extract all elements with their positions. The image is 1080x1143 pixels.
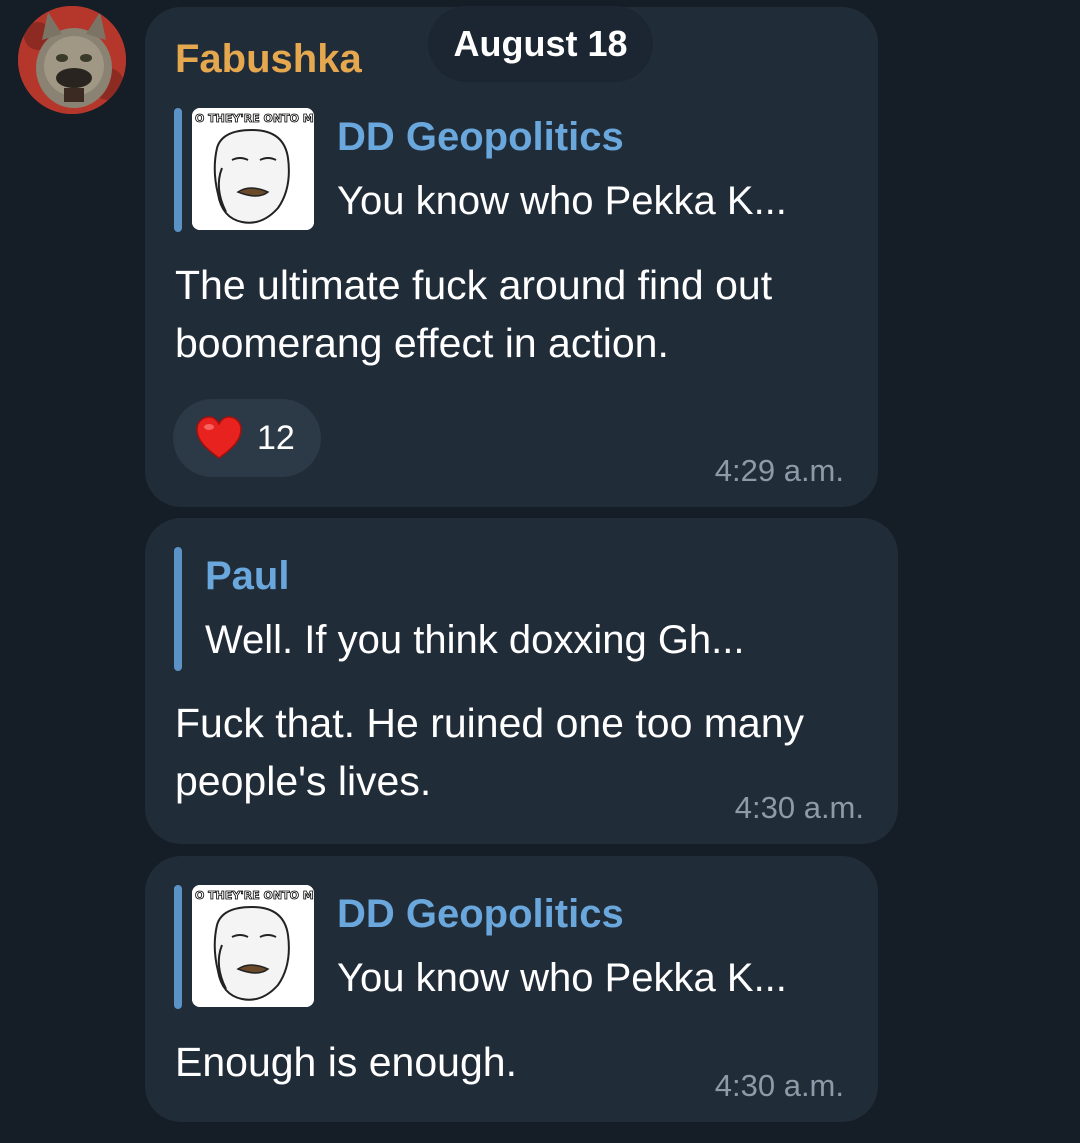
message-bubble[interactable]: Paul Well. If you think doxxing Gh... Fu… <box>145 518 898 844</box>
reply-preview: Well. If you think doxxing Gh... <box>205 618 745 662</box>
reply-author: DD Geopolitics <box>337 892 624 936</box>
message-timestamp: 4:30 a.m. <box>734 790 864 825</box>
message-bubble[interactable]: Fabushka O THEY'RE ONTO ME! DD Geopoliti… <box>145 7 878 507</box>
message-timestamp: 4:30 a.m. <box>714 1068 844 1103</box>
reaction-button[interactable]: 12 <box>173 399 321 477</box>
sender-name[interactable]: Fabushka <box>175 37 362 81</box>
reply-preview: You know who Pekka K... <box>337 956 787 1000</box>
reply-bar <box>174 547 182 671</box>
reply-preview: You know who Pekka K... <box>337 179 787 223</box>
reply-bar <box>174 885 182 1009</box>
reply-author: DD Geopolitics <box>337 115 624 159</box>
thumb-caption: O THEY'RE ONTO ME! <box>195 889 314 902</box>
reply-quote[interactable]: O THEY'RE ONTO ME! DD Geopolitics You kn… <box>174 108 854 232</box>
reply-bar <box>174 108 182 232</box>
date-separator: August 18 <box>428 6 653 82</box>
message-timestamp: 4:29 a.m. <box>714 453 844 488</box>
message-text: The ultimate fuck around find out boomer… <box>175 262 773 366</box>
heart-icon <box>196 416 242 459</box>
reply-quote[interactable]: O THEY'RE ONTO ME! DD Geopolitics You kn… <box>174 885 854 1009</box>
cat-avatar-icon <box>18 6 126 114</box>
thumb-caption: O THEY'RE ONTO ME! <box>195 112 314 125</box>
message-text: Fuck that. He ruined one too many people… <box>175 700 805 804</box>
reply-author: Paul <box>205 554 290 598</box>
message-text: Enough is enough. <box>175 1039 517 1085</box>
meme-face-thumbnail: O THEY'RE ONTO ME! <box>192 885 314 1007</box>
message-bubble[interactable]: O THEY'RE ONTO ME! DD Geopolitics You kn… <box>145 856 878 1122</box>
reply-quote[interactable]: Paul Well. If you think doxxing Gh... <box>174 547 864 671</box>
meme-face-thumbnail: O THEY'RE ONTO ME! <box>192 108 314 230</box>
sender-avatar[interactable] <box>18 6 126 114</box>
reaction-count: 12 <box>257 418 295 457</box>
